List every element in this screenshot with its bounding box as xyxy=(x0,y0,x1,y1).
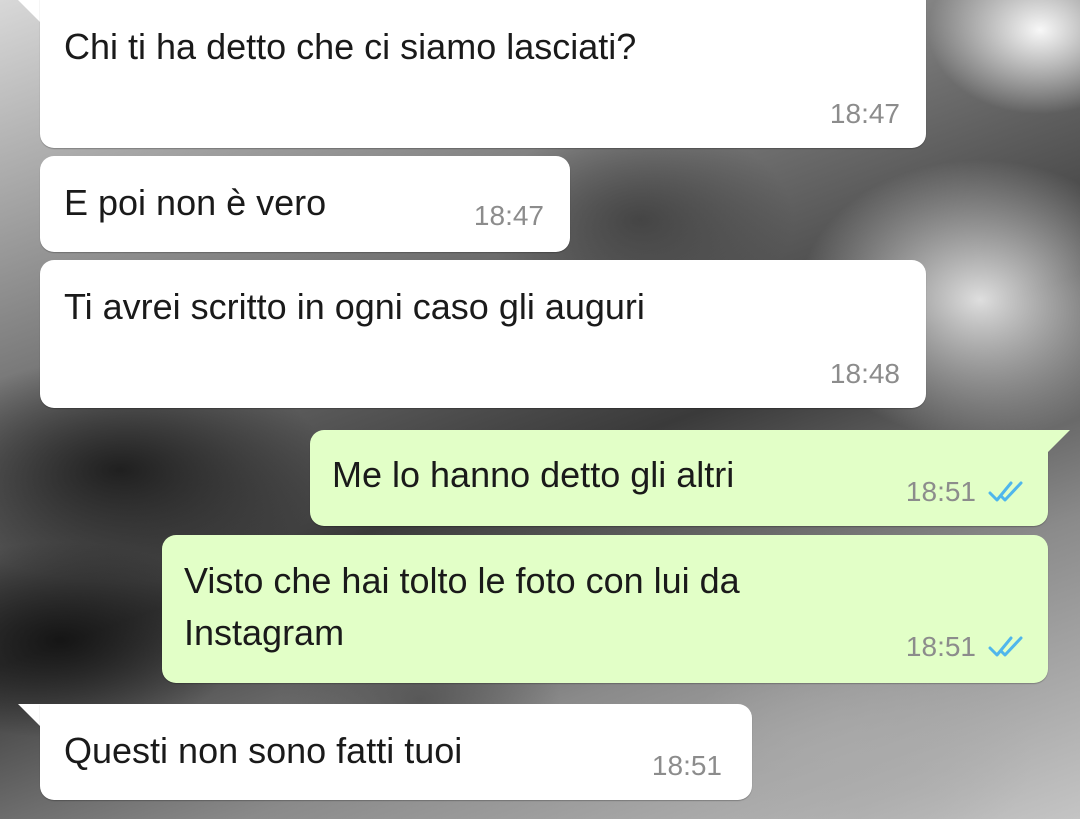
message-text: E poi non è vero xyxy=(64,182,327,223)
bubble-tail xyxy=(1048,430,1070,452)
message-time: 18:47 xyxy=(829,98,900,129)
message-text-line: Instagram xyxy=(184,612,345,653)
double-check-icon xyxy=(988,479,1028,512)
message-bubble-outgoing[interactable]: Visto che hai tolto le foto con lui da I… xyxy=(162,535,1048,683)
message-bubble-incoming[interactable]: Ti avrei scritto in ogni caso gli auguri… xyxy=(40,260,926,408)
message-text: Visto che hai tolto le foto con lui da I… xyxy=(184,555,740,659)
message-text: Ti avrei scritto in ogni caso gli auguri xyxy=(64,286,645,327)
message-text-line: Visto che hai tolto le foto con lui da xyxy=(184,560,740,601)
message-meta: 18:51 xyxy=(906,631,1028,667)
message-text: Me lo hanno detto gli altri xyxy=(332,454,735,495)
bubble-tail xyxy=(18,704,40,726)
message-bubble-incoming[interactable]: Questi non sono fatti tuoi 18:51 xyxy=(40,704,752,800)
bubble-tail xyxy=(18,0,40,22)
message-meta: 18:51 xyxy=(906,476,1028,512)
double-check-icon xyxy=(988,634,1028,667)
message-bubble-outgoing[interactable]: Me lo hanno detto gli altri 18:51 xyxy=(310,430,1048,526)
message-time: 18:47 xyxy=(473,200,544,231)
message-time: 18:51 xyxy=(905,476,976,507)
message-bubble-incoming[interactable]: Chi ti ha detto che ci siamo lasciati? 1… xyxy=(40,0,926,148)
message-bubble-incoming[interactable]: E poi non è vero 18:47 xyxy=(40,156,570,252)
message-time: 18:51 xyxy=(651,750,722,781)
chat-screen: { "messages": [ {"direction": "incoming"… xyxy=(0,0,1080,819)
message-time: 18:51 xyxy=(905,631,976,662)
message-text: Chi ti ha detto che ci siamo lasciati? xyxy=(64,26,637,67)
message-text: Questi non sono fatti tuoi xyxy=(64,730,463,771)
message-time: 18:48 xyxy=(829,358,900,389)
